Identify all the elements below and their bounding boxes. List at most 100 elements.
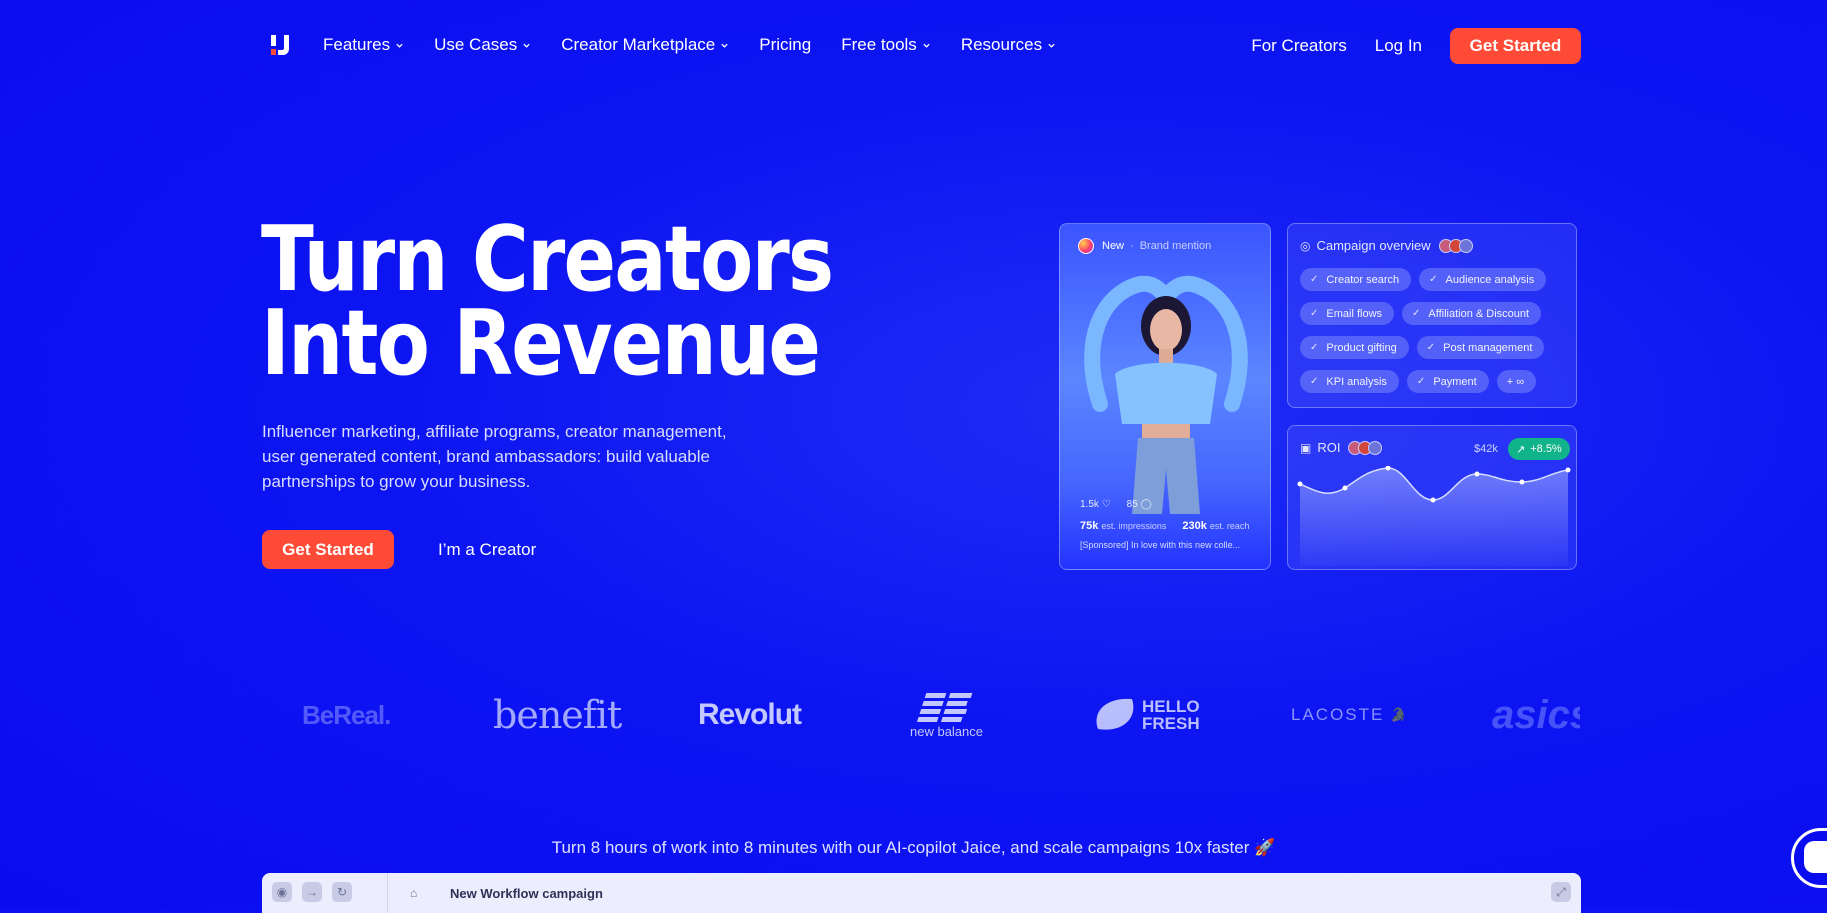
- avatar-group: [1438, 238, 1473, 253]
- asics-logo: asics: [1492, 692, 1580, 737]
- check-icon: ✓: [1310, 342, 1319, 353]
- hello-fresh-leaf-icon: [1096, 698, 1134, 730]
- chat-icon: [1804, 841, 1827, 873]
- brand-mention-post-card: New · Brand mention 1.5k ♡ 85 ◯ 75k est. …: [1059, 223, 1271, 570]
- chip-creator-search[interactable]: ✓ Creator search: [1300, 268, 1412, 291]
- comment-icon: ◯: [1140, 499, 1152, 510]
- ai-copilot-tagline: Turn 8 hours of work into 8 minutes with…: [551, 838, 1276, 857]
- chevron-down-icon: [523, 43, 530, 48]
- client-logos: BeReal. benefit Revolut new balance HELL: [260, 680, 1580, 750]
- nav-item-resources[interactable]: Resources: [961, 35, 1056, 55]
- window-divider: [387, 873, 388, 913]
- check-icon: ✓: [1310, 376, 1319, 387]
- hero-title-line-2: Into Revenue: [261, 291, 821, 396]
- chip-kpi-analysis[interactable]: ✓ KPI analysis: [1300, 370, 1399, 393]
- hello-fresh-logo: HELLO FRESH: [1092, 680, 1200, 750]
- brand-logo-icon[interactable]: [270, 33, 292, 57]
- trend-up-icon: ↗: [1516, 443, 1526, 456]
- nav-item-free-tools[interactable]: Free tools: [841, 35, 931, 55]
- new-label: New: [1102, 240, 1125, 252]
- header-separator: ·: [1130, 240, 1134, 252]
- new-balance-logo: new balance: [910, 680, 983, 750]
- avatar: [1458, 238, 1473, 253]
- roi-card: ▣ ROI $42k ↗ +8.5%: [1287, 425, 1577, 570]
- chip-payment[interactable]: ✓ Payment: [1406, 370, 1489, 393]
- nav-item-label: Creator Marketplace: [561, 35, 716, 54]
- reach-stat: 230k est. reach: [1182, 520, 1250, 532]
- chevron-down-icon: [923, 43, 930, 48]
- check-icon: ✓: [1412, 308, 1421, 319]
- instagram-icon: [1078, 238, 1094, 254]
- avatar: [1368, 440, 1383, 455]
- expand-icon[interactable]: ⤢: [1551, 882, 1571, 902]
- top-navigation: Features Use Cases Creator Marketplace P…: [0, 0, 1827, 90]
- crocodile-icon: 🐊: [1390, 707, 1409, 722]
- roi-sparkline: [1297, 466, 1571, 566]
- refresh-icon[interactable]: ↻: [332, 882, 352, 902]
- impressions-stat: 75k est. impressions: [1080, 520, 1167, 532]
- campaign-overview-header: ◎ Campaign overview: [1300, 238, 1473, 253]
- likes-count: 1.5k ♡: [1080, 499, 1111, 510]
- hero-subtitle: Influencer marketing, affiliate programs…: [262, 422, 727, 491]
- nav-item-label: Free tools: [841, 35, 917, 54]
- nav-actions: For Creators Log In Get Started: [1251, 28, 1581, 64]
- main-menu: Features Use Cases Creator Marketplace P…: [323, 35, 1086, 55]
- check-icon: ✓: [1426, 342, 1436, 353]
- nav-item-creator-marketplace[interactable]: Creator Marketplace: [561, 35, 729, 55]
- post-stats: 1.5k ♡ 85 ◯ 75k est. impressions 230k est.…: [1080, 499, 1249, 542]
- chip-affiliation-discount[interactable]: ✓ Affiliation & Discount: [1402, 302, 1542, 325]
- nav-item-features[interactable]: Features: [323, 35, 404, 55]
- forward-arrow-icon[interactable]: →: [302, 882, 322, 902]
- chip-more[interactable]: + ∞: [1496, 370, 1537, 393]
- brand-mention-label: Brand mention: [1139, 240, 1212, 252]
- nav-item-label: Resources: [960, 35, 1043, 54]
- chevron-down-icon: [396, 43, 403, 48]
- nav-item-label: Use Cases: [434, 35, 518, 54]
- creator-photo: [1084, 275, 1248, 514]
- avatar-group: [1348, 440, 1383, 455]
- for-creators-link[interactable]: For Creators: [1251, 36, 1346, 56]
- campaign-overview-card: ◎ Campaign overview ✓ Creator search ✓ Aud…: [1287, 223, 1577, 408]
- check-icon: ✓: [1429, 274, 1438, 285]
- workflow-campaign-title: New Workflow campaign: [450, 886, 603, 901]
- revolut-logo: Revolut: [698, 698, 802, 731]
- chip-product-gifting[interactable]: ✓ Product gifting: [1300, 336, 1409, 359]
- chevron-down-icon: [721, 43, 728, 48]
- post-caption: [Sponsored] In love with this new colle.…: [1080, 540, 1241, 550]
- roi-title: ROI: [1317, 440, 1341, 455]
- workflow-window-preview: ◉ → ↻ ⌂ New Workflow campaign ⤢: [262, 873, 1581, 913]
- get-started-button-nav[interactable]: Get Started: [1450, 28, 1581, 64]
- hero-title: Turn Creators Into Revenue: [261, 215, 834, 389]
- chip-audience-analysis[interactable]: ✓ Audience analysis: [1419, 268, 1547, 291]
- chat-widget-button[interactable]: [1791, 828, 1827, 888]
- check-icon: ✓: [1310, 274, 1319, 285]
- check-icon: ✓: [1416, 376, 1426, 387]
- login-link[interactable]: Log In: [1375, 36, 1422, 56]
- chip-email-flows[interactable]: ✓ Email flows: [1300, 302, 1395, 325]
- post-header: New · Brand mention: [1078, 238, 1211, 254]
- new-balance-mark-icon: [916, 693, 972, 722]
- heart-icon: ♡: [1101, 499, 1111, 510]
- chevron-down-icon: [1048, 43, 1055, 48]
- lacoste-logo: LACOSTE 🐊: [1291, 705, 1409, 724]
- benefit-logo: benefit: [493, 693, 622, 737]
- campaign-overview-title: Campaign overview: [1316, 238, 1431, 253]
- roi-amount: $42k: [1474, 443, 1498, 455]
- roi-change-badge: ↗ +8.5%: [1508, 438, 1570, 460]
- check-icon: ✓: [1310, 308, 1319, 319]
- target-icon: ◎: [1300, 238, 1311, 253]
- feature-chips: ✓ Creator search ✓ Audience analysis ✓ Emai…: [1300, 268, 1570, 393]
- nav-item-use-cases[interactable]: Use Cases: [434, 35, 531, 55]
- im-a-creator-link[interactable]: I’m a Creator: [438, 540, 536, 560]
- bereal-logo: BeReal.: [302, 699, 391, 730]
- nav-item-label: Pricing: [759, 35, 812, 54]
- home-icon[interactable]: ⌂: [410, 886, 417, 900]
- nav-item-pricing[interactable]: Pricing: [759, 35, 811, 55]
- chip-post-management[interactable]: ✓ Post management: [1416, 336, 1545, 359]
- roi-header: ▣ ROI: [1300, 440, 1383, 455]
- nav-item-label: Features: [323, 35, 391, 54]
- money-icon: ▣: [1300, 440, 1312, 455]
- comments-count: 85 ◯: [1126, 499, 1152, 510]
- app-icon[interactable]: ◉: [272, 882, 292, 902]
- get-started-button-hero[interactable]: Get Started: [262, 530, 394, 569]
